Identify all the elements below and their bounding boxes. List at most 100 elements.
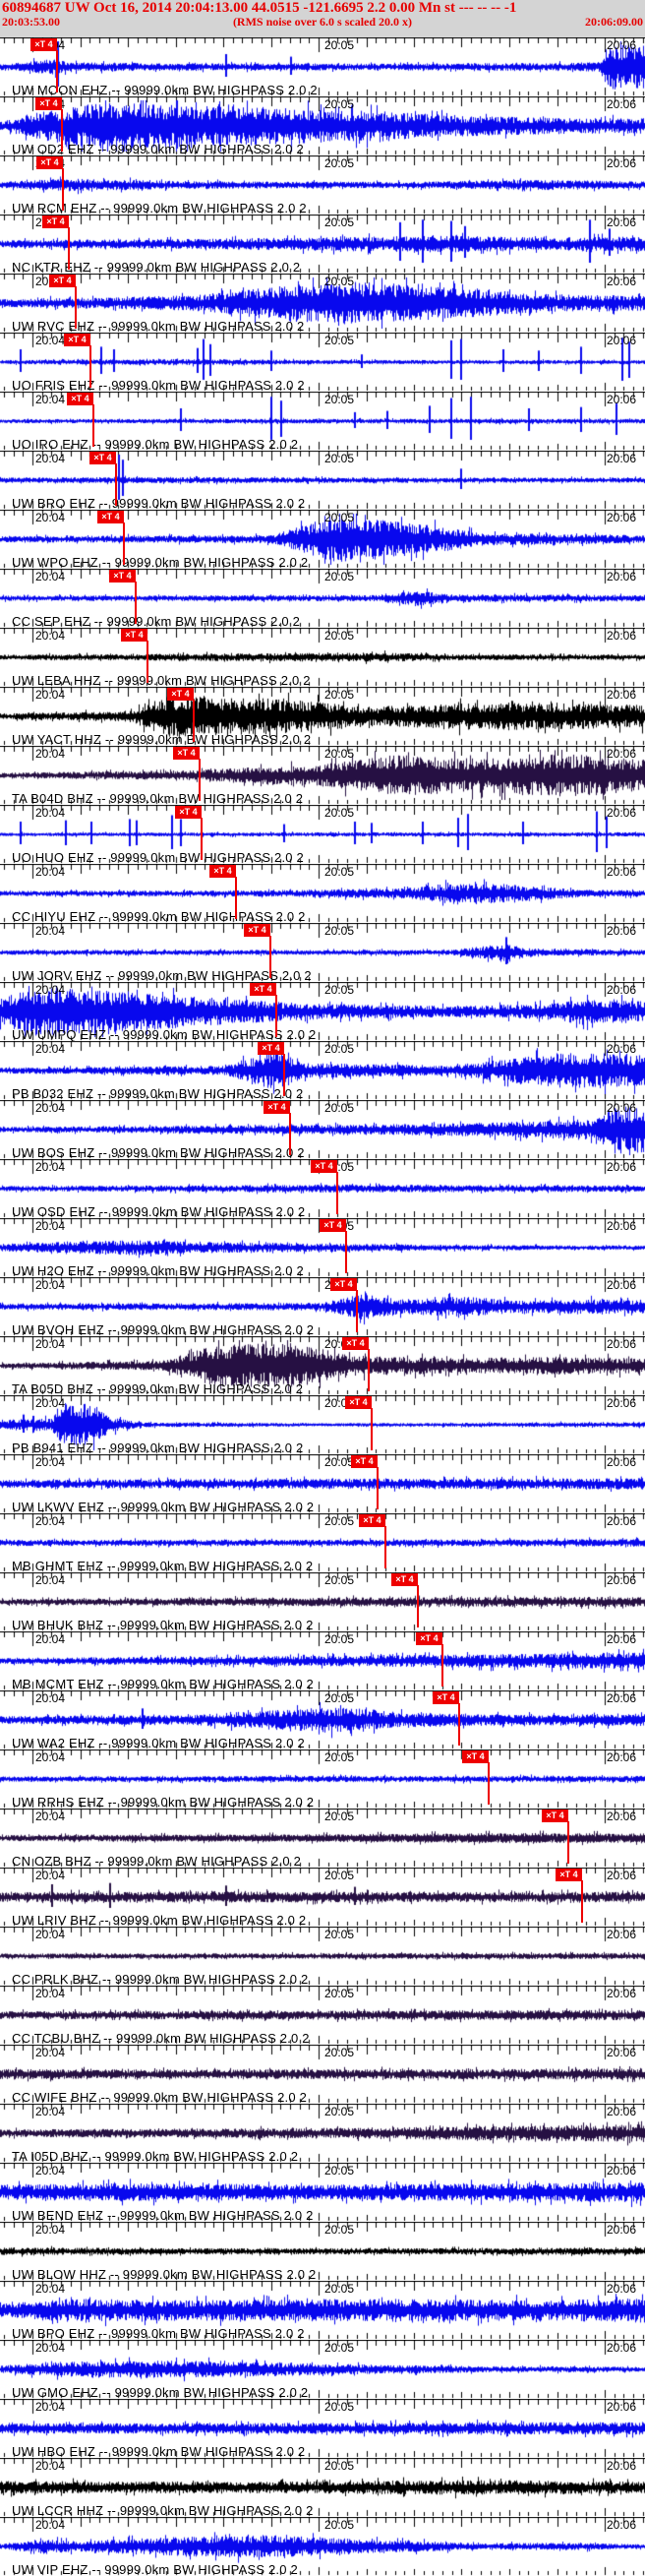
pick-line[interactable] (123, 522, 125, 565)
window-end-time: 20:06:09.00 (585, 15, 643, 29)
pick-line[interactable] (61, 109, 63, 152)
pick-line[interactable] (199, 759, 201, 801)
pick-marker[interactable]: ×T 4 (264, 1101, 290, 1114)
pick-marker[interactable]: ×T 4 (258, 1042, 284, 1055)
minute-label: 20:06 (607, 2282, 637, 2296)
pick-line[interactable] (68, 227, 70, 270)
pick-marker[interactable]: ×T 4 (97, 511, 124, 523)
pick-line[interactable] (356, 1290, 358, 1332)
minute-label: 20:04 (35, 1160, 66, 1174)
pick-line[interactable] (488, 1762, 490, 1805)
pick-marker[interactable]: ×T 4 (209, 865, 236, 878)
pick-marker[interactable]: ×T 4 (109, 570, 136, 583)
pick-line[interactable] (345, 1231, 347, 1273)
pick-line[interactable] (384, 1526, 386, 1568)
trace-row: 20:04 20:05 20:06 CC TCBU BHZ -- 99999.0km … (0, 1986, 645, 2046)
pick-marker[interactable]: ×T 4 (391, 1573, 418, 1586)
minute-label: 20:06 (607, 2046, 637, 2059)
pick-marker[interactable]: ×T 4 (250, 983, 276, 996)
pick-line[interactable] (371, 1408, 373, 1450)
pick-line[interactable] (269, 936, 271, 978)
pick-line[interactable] (92, 404, 94, 447)
station-label: CN OZB BHZ -- 99999.0km BW HIGHPASS 2.0 … (12, 1854, 302, 1869)
pick-marker[interactable]: ×T 4 (462, 1750, 489, 1763)
pick-line[interactable] (56, 50, 58, 92)
pick-marker[interactable]: ×T 4 (433, 1691, 459, 1704)
minute-label: 20:05 (324, 1750, 355, 1764)
pick-marker[interactable]: ×T 4 (342, 1337, 369, 1350)
pick-marker[interactable]: ×T 4 (121, 629, 147, 642)
minute-label: 20:06 (607, 1396, 637, 1410)
pick-marker[interactable]: ×T 4 (49, 275, 76, 287)
minute-label: 20:05 (324, 393, 355, 406)
pick-line[interactable] (567, 1821, 569, 1864)
minute-label: 20:04 (35, 393, 66, 406)
pick-line[interactable] (336, 1172, 338, 1214)
station-label: MB GHMT EHZ -- 99999.0km BW HIGHPASS 2.0… (12, 1559, 314, 1573)
pick-marker[interactable]: ×T 4 (67, 393, 93, 405)
pick-line[interactable] (62, 168, 64, 211)
pick-marker[interactable]: ×T 4 (167, 688, 194, 701)
pick-line[interactable] (75, 286, 77, 329)
pick-line[interactable] (201, 818, 203, 860)
pick-line[interactable] (193, 700, 195, 742)
pick-marker[interactable]: ×T 4 (89, 452, 116, 464)
station-label: UW RVC EHZ -- 99999.0km BW HIGHPASS 2.0 … (12, 319, 305, 334)
minute-label: 20:06 (607, 1455, 637, 1469)
pick-marker[interactable]: ×T 4 (175, 806, 202, 819)
minute-label: 20:05 (324, 747, 355, 761)
trace-row: 20:04 20:05 20:06 UO FRIS EHZ -- 99999.0km … (0, 333, 645, 393)
trace-row: 20:04 20:05 20:06 CC WIFE BHZ -- 99999.0km … (0, 2045, 645, 2105)
trace-row: 20:04 20:05 20:06 CC HIYU EHZ -- 99999.0km … (0, 864, 645, 924)
pick-marker[interactable]: ×T 4 (320, 1219, 346, 1232)
pick-marker[interactable]: ×T 4 (351, 1455, 378, 1468)
pick-line[interactable] (135, 582, 137, 624)
minute-label: 20:06 (607, 1514, 637, 1528)
pick-line[interactable] (417, 1585, 419, 1627)
minute-label: 20:06 (607, 1750, 637, 1764)
pick-marker[interactable]: ×T 4 (416, 1632, 442, 1645)
minute-label: 20:04 (35, 1219, 66, 1233)
pick-marker[interactable]: ×T 4 (173, 747, 200, 760)
trace-row: 20:04 20:05 20:06 UW BLOW HHZ -- 99999.0km … (0, 2222, 645, 2282)
pick-line[interactable] (377, 1467, 379, 1509)
minute-label: 20:04 (35, 1809, 66, 1823)
trace-row: 20:04 20:05 20:06 CC PRLK BHZ -- 99999.0km … (0, 1927, 645, 1987)
pick-marker[interactable]: ×T 4 (64, 334, 90, 346)
pick-line[interactable] (289, 1113, 291, 1155)
pick-line[interactable] (275, 995, 277, 1037)
pick-marker[interactable]: ×T 4 (30, 38, 57, 51)
station-label: UW LRIV BHZ -- 99999.0km BW HIGHPASS 2.0… (12, 1913, 307, 1928)
pick-marker[interactable]: ×T 4 (359, 1514, 385, 1527)
minute-label: 20:05 (324, 1101, 355, 1115)
station-label: CC PRLK BHZ -- 99999.0km BW HIGHPASS 2.0… (12, 1972, 309, 1987)
minute-label: 20:06 (607, 865, 637, 879)
pick-marker[interactable]: ×T 4 (35, 97, 62, 110)
pick-marker[interactable]: ×T 4 (244, 924, 270, 937)
minute-label: 20:06 (607, 2164, 637, 2177)
pick-line[interactable] (441, 1644, 443, 1687)
minute-label: 20:06 (607, 275, 637, 288)
pick-marker[interactable]: ×T 4 (345, 1396, 372, 1409)
pick-line[interactable] (581, 1880, 583, 1923)
pick-line[interactable] (115, 463, 117, 506)
pick-line[interactable] (89, 345, 91, 388)
minute-label: 20:05 (324, 2341, 355, 2355)
pick-marker[interactable]: ×T 4 (330, 1278, 357, 1291)
pick-line[interactable] (458, 1703, 460, 1746)
pick-line[interactable] (283, 1054, 285, 1096)
pick-marker[interactable]: ×T 4 (556, 1869, 582, 1881)
pick-line[interactable] (368, 1349, 370, 1391)
minute-label: 20:04 (35, 2518, 66, 2532)
pick-line[interactable] (235, 877, 237, 919)
pick-marker[interactable]: ×T 4 (311, 1160, 337, 1173)
station-label: UW BRO EHZ -- 99999.0km BW HIGHPASS 2.0 … (12, 496, 306, 511)
minute-label: 20:05 (324, 1573, 355, 1587)
pick-marker[interactable]: ×T 4 (542, 1809, 568, 1822)
minute-label: 20:06 (607, 1337, 637, 1351)
pick-marker[interactable]: ×T 4 (36, 156, 63, 169)
pick-marker[interactable]: ×T 4 (42, 215, 69, 228)
trace-row: 20:04 20:05 20:06 PB B032 EHZ -- 99999.0km … (0, 1041, 645, 1101)
pick-line[interactable] (147, 641, 148, 683)
trace-row: 20:04 20:05 20:06 UW HBO EHZ -- 99999.0km B… (0, 2399, 645, 2459)
